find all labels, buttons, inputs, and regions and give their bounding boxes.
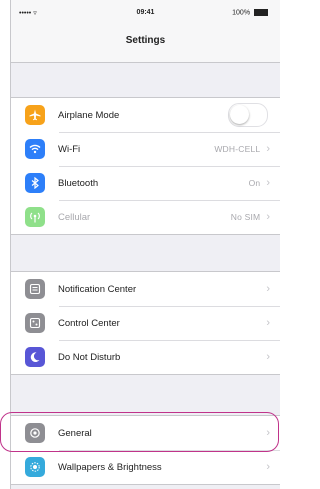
settings-row-do-not-disturb[interactable]: Do Not Disturb ›: [11, 340, 280, 374]
settings-group-centers: Notification Center › Control Center › D…: [11, 271, 280, 375]
airplane-mode-toggle[interactable]: [228, 103, 268, 127]
settings-row-label: Do Not Disturb: [58, 351, 121, 363]
settings-row-general[interactable]: General ›: [11, 416, 280, 450]
settings-row-notification-center[interactable]: Notification Center ›: [11, 272, 280, 306]
settings-group-connectivity: Airplane Mode Wi-Fi WDH-CELL › Bluetooth…: [11, 97, 280, 235]
wallpaper-icon: [25, 457, 45, 477]
chevron-right-icon: ›: [266, 211, 270, 223]
chevron-right-icon: ›: [266, 143, 270, 155]
battery-icon: [254, 9, 268, 16]
settings-row-label: Wi-Fi: [58, 143, 81, 155]
settings-row-label: Notification Center: [58, 283, 137, 295]
cellular-icon: [25, 207, 45, 227]
chevron-right-icon: ›: [266, 461, 270, 473]
settings-row-wifi[interactable]: Wi-Fi WDH-CELL ›: [11, 132, 280, 166]
moon-icon: [25, 347, 45, 367]
settings-row-label: Airplane Mode: [58, 109, 120, 121]
settings-row-cellular[interactable]: Cellular No SIM ›: [11, 200, 280, 234]
settings-row-control-center[interactable]: Control Center ›: [11, 306, 280, 340]
settings-row-label: Bluetooth: [58, 177, 99, 189]
bluetooth-icon: [25, 173, 45, 193]
settings-row-label: Cellular: [58, 211, 91, 223]
battery-percent: 100%: [232, 9, 251, 17]
airplane-icon: [25, 105, 45, 125]
settings-row-label: General: [58, 427, 92, 439]
settings-row-bluetooth[interactable]: Bluetooth On ›: [11, 166, 280, 200]
settings-row-label: Wallpapers & Brightness: [58, 461, 162, 473]
gear-icon: [25, 423, 45, 443]
wifi-icon: [25, 139, 45, 159]
battery-indicator: 100%: [232, 9, 268, 16]
navigation-bar: Settings: [11, 24, 280, 63]
page-title: Settings: [125, 35, 166, 46]
toggle-knob: [230, 105, 249, 124]
settings-row-label: Control Center: [58, 317, 120, 329]
chevron-right-icon: ›: [266, 317, 270, 329]
settings-row-airplane-mode[interactable]: Airplane Mode: [11, 98, 280, 132]
bluetooth-status-value: On: [248, 178, 261, 188]
notification-center-icon: [25, 279, 45, 299]
chevron-right-icon: ›: [266, 427, 270, 439]
chevron-right-icon: ›: [266, 351, 270, 363]
status-bar: ••••• ▿ 09:41 100%: [11, 0, 280, 24]
settings-row-wallpapers-brightness[interactable]: Wallpapers & Brightness ›: [11, 450, 280, 484]
wifi-network-value: WDH-CELL: [214, 144, 261, 154]
cellular-status-value: No SIM: [230, 212, 261, 222]
chevron-right-icon: ›: [266, 283, 270, 295]
phone-screen: ••••• ▿ 09:41 100% Settings Airplane Mod…: [10, 0, 280, 489]
settings-group-general: General › Wallpapers & Brightness ›: [11, 415, 280, 485]
chevron-right-icon: ›: [266, 177, 270, 189]
control-center-icon: [25, 313, 45, 333]
